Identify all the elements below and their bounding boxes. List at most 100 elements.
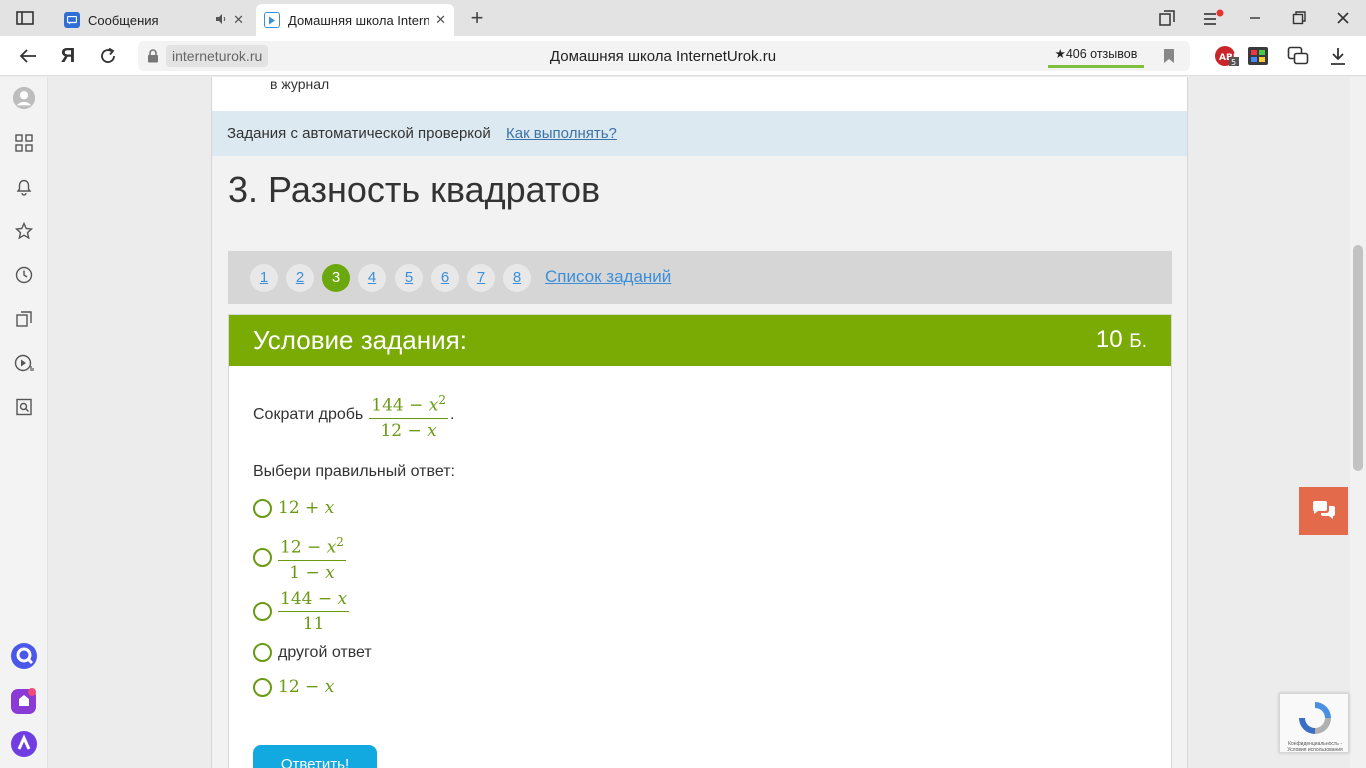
task-header-title: Условие задания:: [253, 325, 467, 355]
opt4-text: другой ответ: [278, 643, 372, 661]
task-points: 10 Б.: [1096, 326, 1147, 354]
lock-icon[interactable]: [146, 48, 160, 64]
answer-option-1[interactable]: 12 + x: [253, 498, 334, 518]
profile-avatar-icon[interactable]: [12, 86, 36, 110]
messages-favicon-icon: [64, 12, 80, 28]
opt3-fraction: 144 − x 11: [278, 589, 350, 634]
auto-check-bar: Задания с автоматической проверкой Как в…: [212, 111, 1187, 156]
pager-item-6[interactable]: 6: [431, 264, 459, 292]
answer-option-3[interactable]: 144 − x 11: [253, 589, 350, 634]
url-host[interactable]: interneturok.ru: [166, 45, 269, 67]
history-clock-icon[interactable]: [12, 263, 36, 287]
recaptcha-text: Конфиденциальность - Условия использован…: [1287, 741, 1343, 753]
pager-item-5[interactable]: 5: [395, 264, 423, 292]
pager-item-2[interactable]: 2: [286, 264, 314, 292]
page-scrollbar[interactable]: [1350, 77, 1366, 768]
radio-button[interactable]: [253, 547, 272, 567]
question: Сократи дробь 144 − x2 12 − x .: [253, 390, 454, 441]
radio-button[interactable]: [253, 498, 272, 518]
pager-item-1[interactable]: 1: [250, 264, 278, 292]
minimize-icon[interactable]: [1240, 6, 1270, 30]
svg-text:5: 5: [1231, 58, 1236, 67]
collections-icon[interactable]: [1152, 6, 1182, 30]
tab-internet-urok[interactable]: Домашняя школа InternetUrok.ru ✕: [256, 4, 454, 36]
question-period: .: [449, 406, 455, 424]
task-header: Условие задания: 10 Б.: [229, 315, 1171, 366]
answer-option-4[interactable]: другой ответ: [253, 643, 372, 662]
radio-button[interactable]: [253, 602, 272, 621]
how-to-link[interactable]: Как выполнять?: [506, 125, 617, 142]
alice-assistant-icon[interactable]: [10, 642, 38, 670]
tab-messages[interactable]: Сообщения ✕: [56, 4, 252, 36]
extension-icon[interactable]: [1246, 44, 1270, 68]
radio-button[interactable]: [253, 643, 272, 662]
tab-bar: Сообщения ✕ Домашняя школа InternetUrok.…: [0, 0, 1366, 36]
bookmark-icon[interactable]: [1162, 48, 1178, 64]
opt3-num-const: 144 −: [280, 589, 338, 609]
opt5-var: x: [324, 677, 335, 697]
answer-option-5[interactable]: 12 − x: [253, 677, 334, 697]
address-bar[interactable]: interneturok.ru Домашняя школа InternetU…: [138, 41, 1190, 71]
page-viewport: в журнал Задания с автоматической провер…: [49, 77, 1350, 768]
page-title: Домашняя школа InternetUrok.ru: [549, 48, 777, 65]
choose-label: Выбери правильный ответ:: [253, 463, 455, 480]
reload-icon[interactable]: [96, 44, 120, 68]
adblock-extension-icon[interactable]: ABP5: [1214, 44, 1240, 68]
opt2-fraction: 12 − x2 1 − x: [278, 532, 346, 583]
task-pager: 1 2 3 4 5 6 7 8 Список заданий: [228, 251, 1172, 304]
scrollbar-thumb[interactable]: [1353, 245, 1363, 471]
reviews-badge[interactable]: ★406 отзывов: [1048, 44, 1144, 68]
task-heading: 3. Разность квадратов: [228, 169, 601, 210]
submit-answer-button[interactable]: Ответить!: [253, 745, 377, 768]
video-play-icon[interactable]: [12, 351, 36, 375]
answer-option-2[interactable]: 12 − x2 1 − x: [253, 532, 346, 583]
opt2-num-var: x: [326, 537, 337, 558]
q-num-const: 144 −: [371, 395, 429, 416]
notifications-bell-icon[interactable]: [12, 175, 36, 199]
back-arrow-icon[interactable]: [16, 44, 40, 68]
opt5-const: 12 −: [278, 677, 325, 697]
opt1-const: 12 +: [278, 498, 325, 518]
restore-icon[interactable]: [1284, 6, 1314, 30]
journal-text: в журнал: [270, 77, 330, 92]
bookmarks-star-icon[interactable]: [12, 219, 36, 243]
opt3-den: 11: [302, 614, 325, 634]
search-page-icon[interactable]: [12, 395, 36, 419]
close-window-icon[interactable]: [1328, 6, 1358, 30]
q-den-var: x: [427, 420, 437, 441]
opt2-den-const: 1 −: [289, 562, 326, 583]
points-unit: Б.: [1129, 331, 1147, 352]
messenger-app-icon[interactable]: [10, 687, 38, 715]
new-tab-icon[interactable]: +: [466, 7, 488, 30]
close-tab-icon[interactable]: ✕: [233, 12, 244, 28]
yandex-logo[interactable]: Я: [56, 44, 80, 68]
opt2-num-const: 12 −: [280, 537, 327, 558]
download-icon[interactable]: [1326, 44, 1350, 68]
tab-title: Домашняя школа InternetUrok.ru: [288, 12, 430, 28]
task-list-link[interactable]: Список заданий: [545, 267, 671, 287]
opt2-den-var: x: [325, 562, 335, 583]
sidebar-toggle-icon[interactable]: [8, 8, 42, 28]
pager-item-7[interactable]: 7: [467, 264, 495, 292]
services-grid-icon[interactable]: [12, 131, 36, 155]
pager-item-4[interactable]: 4: [358, 264, 386, 292]
alice-voice-icon[interactable]: [10, 730, 38, 758]
chat-button[interactable]: [1299, 487, 1348, 535]
opt1-var: x: [324, 498, 335, 518]
browser-sidebar: [0, 77, 48, 768]
collections-sidebar-icon[interactable]: [12, 307, 36, 331]
q-num-exp: 2: [438, 393, 446, 407]
lesson-card: в журнал Задания с автоматической провер…: [211, 77, 1188, 768]
internet-urok-favicon-icon: [264, 12, 280, 28]
menu-icon[interactable]: [1198, 6, 1228, 30]
radio-button[interactable]: [253, 677, 272, 697]
alice-messenger-icon[interactable]: [1286, 44, 1310, 68]
chat-bubbles-icon: [1312, 501, 1335, 519]
close-tab-icon[interactable]: ✕: [435, 12, 446, 28]
speaker-icon[interactable]: [215, 13, 227, 28]
task-panel: Условие задания: 10 Б. Сократи дробь 144…: [228, 314, 1172, 768]
opt3-num-var: x: [337, 589, 348, 609]
pager-item-8[interactable]: 8: [503, 264, 531, 292]
pager-item-3-current[interactable]: 3: [322, 264, 350, 292]
recaptcha-badge[interactable]: Конфиденциальность - Условия использован…: [1279, 693, 1349, 753]
